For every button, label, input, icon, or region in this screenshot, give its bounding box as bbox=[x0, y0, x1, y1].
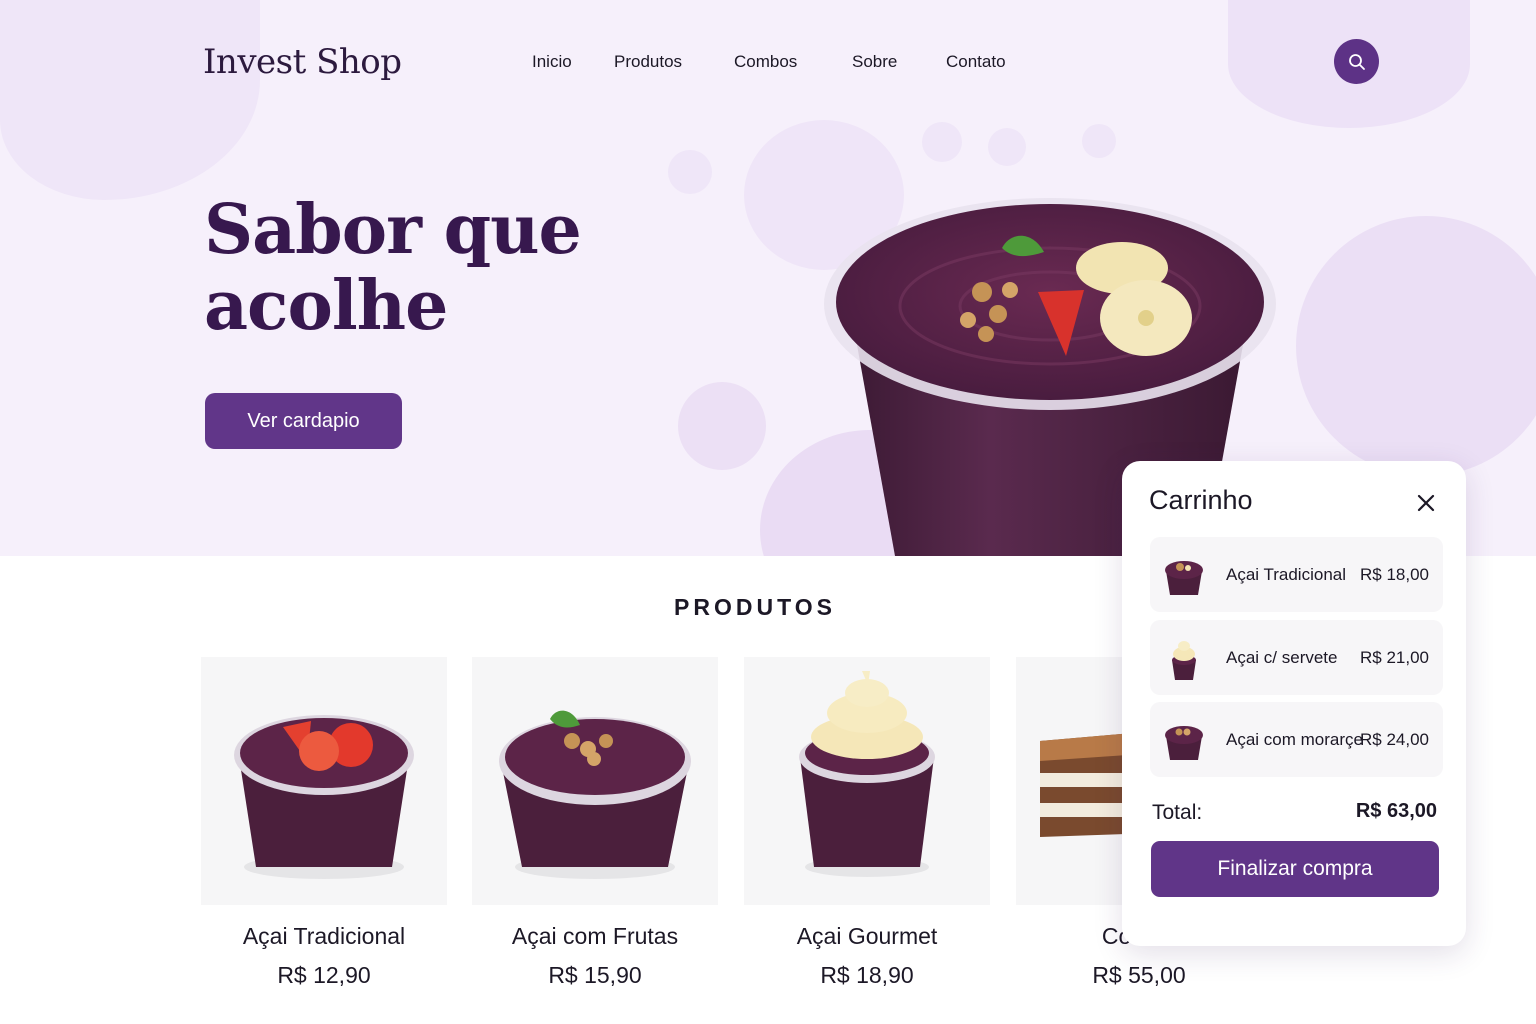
nav-item-inicio[interactable]: Inicio bbox=[532, 52, 572, 72]
product-price: R$ 12,90 bbox=[277, 962, 371, 988]
checkout-button[interactable]: Finalizar compra bbox=[1151, 841, 1439, 897]
cart-item[interactable]: Açai com morarçe R$ 24,00 bbox=[1150, 702, 1443, 777]
decor-blob bbox=[668, 150, 712, 194]
product-card[interactable]: Açai com Frutas R$ 15,90 bbox=[472, 657, 718, 988]
cart-item-thumbnail bbox=[1172, 641, 1196, 680]
cart-panel: Carrinho Açai Tradicional R$ 18,00 Açai … bbox=[1122, 461, 1466, 946]
close-icon[interactable] bbox=[1414, 491, 1438, 515]
product-image bbox=[472, 657, 718, 905]
cart-item[interactable]: Açai c/ servete R$ 21,00 bbox=[1150, 620, 1443, 695]
site-logo[interactable]: Invest Shop bbox=[203, 42, 402, 82]
nav-item-sobre[interactable]: Sobre bbox=[852, 52, 897, 72]
product-name: Açai Tradicional bbox=[242, 923, 406, 949]
cart-item-name: Açai Tradicional bbox=[1226, 565, 1347, 584]
cart-total-value: R$ 63,00 bbox=[1355, 800, 1437, 822]
view-menu-button[interactable]: Ver cardapio bbox=[205, 393, 402, 449]
headline-line-2: acolhe bbox=[204, 266, 448, 346]
product-name: Açai com Frutas bbox=[511, 923, 679, 949]
product-name: Açai Gourmet bbox=[796, 923, 938, 949]
cart-item-name: Açai com morarçe bbox=[1226, 730, 1363, 749]
search-button[interactable] bbox=[1334, 39, 1379, 84]
product-card[interactable]: Açai Gourmet R$ 18,90 bbox=[744, 657, 990, 988]
cart-item-name: Açai c/ servete bbox=[1226, 648, 1338, 667]
nav-item-contato[interactable]: Contato bbox=[946, 52, 1006, 72]
cart-item-thumbnail bbox=[1165, 561, 1203, 595]
cart-title: Carrinho bbox=[1149, 485, 1253, 515]
cart-total-label: Total: bbox=[1152, 801, 1203, 824]
decor-blob bbox=[1082, 124, 1116, 158]
cart-item[interactable]: Açai Tradicional R$ 18,00 bbox=[1150, 537, 1443, 612]
product-image bbox=[201, 657, 447, 905]
acai-tradicional-image bbox=[234, 715, 414, 879]
decor-blob bbox=[922, 122, 962, 162]
decor-blob bbox=[1296, 216, 1536, 476]
cart-item-price: R$ 24,00 bbox=[1360, 730, 1429, 749]
product-image bbox=[744, 657, 990, 905]
product-price: R$ 15,90 bbox=[548, 962, 642, 988]
search-icon bbox=[1348, 53, 1365, 70]
cart-item-thumbnail bbox=[1165, 726, 1203, 760]
hero-headline: Sabor que acolhe bbox=[204, 190, 582, 346]
headline-line-1: Sabor que bbox=[204, 190, 582, 270]
product-price: R$ 55,00 bbox=[1092, 962, 1186, 988]
nav-item-combos[interactable]: Combos bbox=[734, 52, 797, 72]
decor-blob bbox=[988, 128, 1026, 166]
cart-item-price: R$ 21,00 bbox=[1360, 648, 1429, 667]
decor-blob bbox=[0, 0, 260, 200]
cart-item-price: R$ 18,00 bbox=[1360, 565, 1429, 584]
product-card[interactable]: Açai Tradicional R$ 12,90 bbox=[201, 657, 447, 988]
acai-gourmet-image bbox=[799, 671, 935, 877]
product-price: R$ 18,90 bbox=[820, 962, 914, 988]
decor-blob bbox=[678, 382, 766, 470]
acai-com-frutas-image bbox=[499, 710, 691, 879]
nav-item-produtos[interactable]: Produtos bbox=[614, 52, 682, 72]
